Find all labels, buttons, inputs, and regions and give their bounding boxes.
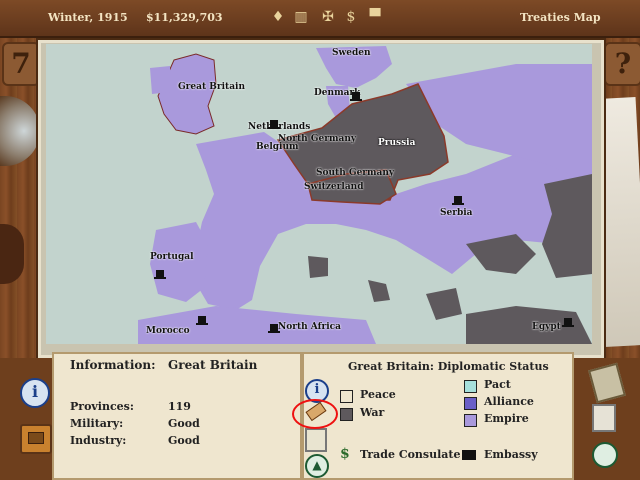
globe-button[interactable]: ▲ (305, 454, 329, 478)
embassy-icon (154, 270, 166, 279)
embassy-icon (268, 324, 280, 333)
empire-swatch (464, 414, 477, 427)
diplomatic-status-panel: Great Britain: Diplomatic Status Peace W… (302, 352, 574, 480)
stat-value: Good (168, 434, 200, 447)
stat-value: 119 (168, 400, 191, 413)
treasury-label: $11,329,703 (146, 11, 223, 24)
legend-trade-consulate: Trade Consulate (360, 448, 461, 461)
label-egypt[interactable]: Egypt (532, 322, 561, 332)
label-prussia[interactable]: Prussia (378, 138, 415, 148)
globe-side-button[interactable] (592, 442, 618, 468)
bank-icon[interactable]: ▥ (293, 8, 309, 26)
info-country: Great Britain (168, 358, 258, 372)
label-sweden[interactable]: Sweden (332, 48, 371, 58)
side-ornament (0, 224, 24, 284)
document-side-button[interactable] (592, 404, 616, 432)
gear-icon[interactable]: ✠ (320, 8, 336, 26)
diplomacy-title: Great Britain: Diplomatic Status (348, 360, 549, 373)
pact-swatch (464, 380, 477, 393)
info-icon: i (314, 382, 320, 397)
peace-swatch (340, 390, 353, 403)
highlight-circle (292, 399, 338, 429)
stat-label: Military: (70, 417, 124, 430)
label-morocco[interactable]: Morocco (146, 326, 190, 336)
legend-empire: Empire (484, 412, 529, 425)
label-great-britain[interactable]: Great Britain (178, 82, 245, 92)
territory-great-britain (157, 53, 217, 135)
label-belgium[interactable]: Belgium (256, 142, 299, 152)
embassy-icon (268, 120, 280, 129)
bell-icon[interactable]: ♦ (270, 8, 286, 26)
embassy-icon (350, 92, 362, 101)
stat-value: Good (168, 417, 200, 430)
information-panel: Information: Great Britain Provinces: 11… (52, 352, 302, 480)
label-switzerland[interactable]: Switzerland (304, 182, 364, 192)
label-serbia[interactable]: Serbia (440, 208, 473, 218)
trade-consulate-icon: $ (340, 446, 350, 462)
territory-iberia (150, 222, 208, 302)
territory-italy-war (368, 280, 390, 302)
label-south-germany[interactable]: South Germany (316, 168, 394, 178)
briefcase-button[interactable] (20, 424, 52, 454)
territory-levant-war (426, 288, 462, 320)
legend-alliance: Alliance (484, 395, 534, 408)
top-bar: Winter, 1915 $11,329,703 ♦ ▥ ✠ $ ▀ Treat… (0, 0, 640, 38)
stat-label: Provinces: (70, 400, 134, 413)
stat-label: Industry: (70, 434, 127, 447)
embassy-legend-icon (462, 450, 476, 460)
date-label: Winter, 1915 (48, 11, 128, 24)
globe-icon: ▲ (312, 458, 322, 472)
embassy-icon (196, 316, 208, 325)
dollar-icon[interactable]: $ (343, 8, 359, 26)
screen-title: Treaties Map (520, 11, 601, 24)
briefcase-icon (28, 432, 44, 444)
info-icon: i (31, 382, 39, 401)
legend-peace: Peace (360, 388, 396, 401)
document-button[interactable] (305, 428, 327, 452)
embassy-icon (562, 318, 574, 327)
war-swatch (340, 408, 353, 421)
info-title-prefix: Information: (70, 358, 156, 372)
territory-ireland (150, 66, 170, 94)
label-portugal[interactable]: Portugal (150, 252, 194, 262)
embassy-icon (452, 196, 464, 205)
legend-war: War (360, 406, 385, 419)
label-north-africa[interactable]: North Africa (278, 322, 341, 332)
info-button[interactable]: i (20, 378, 50, 408)
legend-pact: Pact (484, 378, 511, 391)
territory-east-war (542, 174, 592, 278)
treaties-map[interactable]: Sweden Great Britain Denmark Netherlands… (46, 44, 592, 344)
alliance-swatch (464, 397, 477, 410)
top-hat-icon[interactable]: ▀ (367, 8, 383, 26)
legend-embassy: Embassy (484, 448, 538, 461)
help-tab[interactable]: ? (604, 42, 640, 86)
left-tab-seven[interactable]: 7 (2, 42, 40, 86)
territory-islands-war (308, 256, 328, 278)
